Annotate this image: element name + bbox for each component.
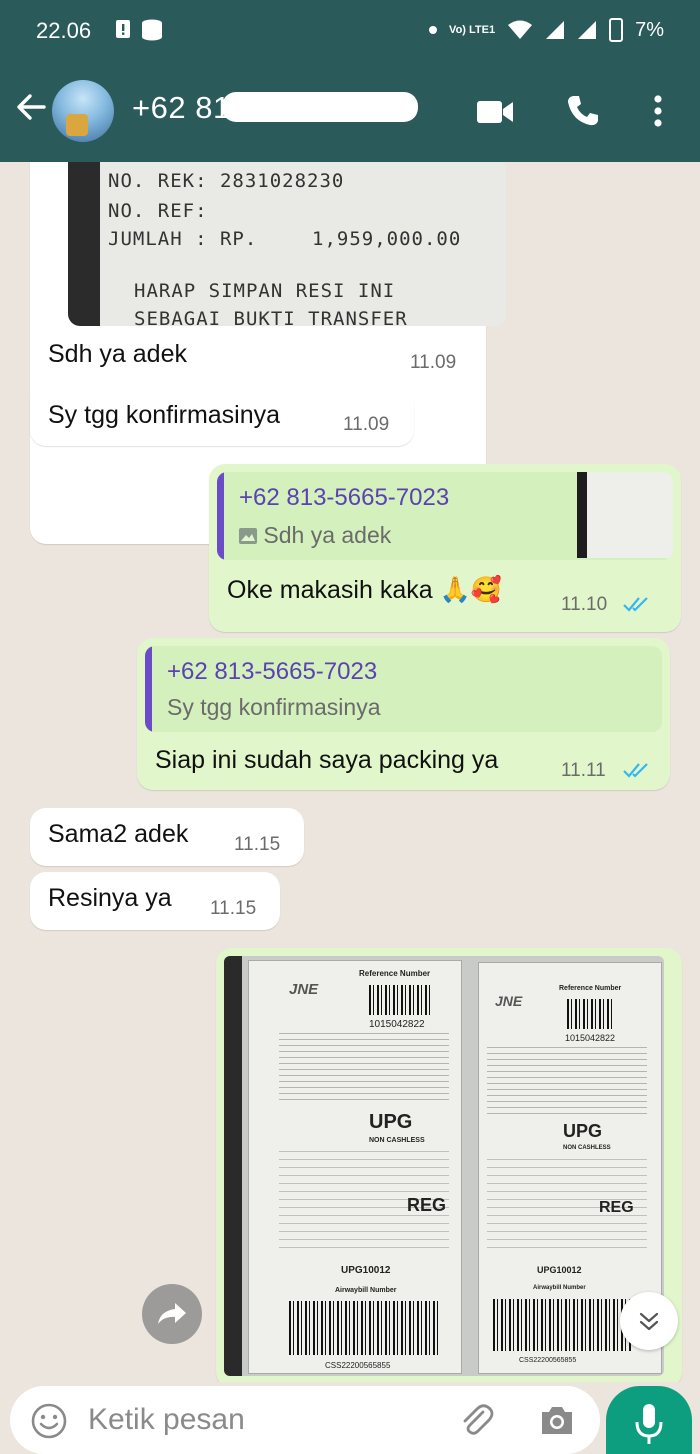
quote-text: Sy tgg konfirmasinya	[167, 694, 381, 720]
airway-barcode	[289, 1301, 439, 1355]
forward-button[interactable]	[142, 1284, 202, 1344]
quote-text-label: Sdh ya adek	[263, 522, 392, 548]
message-time: 11.09	[343, 414, 390, 435]
airway-barcode	[493, 1299, 631, 1351]
signal-2-icon	[578, 21, 597, 39]
message-input[interactable]	[88, 1396, 428, 1444]
label-airway-no: CSS22200565855	[325, 1361, 391, 1370]
address-text-block	[279, 1033, 449, 1105]
message-text: Sy tgg konfirmasinya	[48, 401, 281, 429]
label-destination: UPG	[369, 1111, 413, 1133]
quoted-message[interactable]: +62 813-5665-7023 Sdh ya adek	[217, 472, 673, 560]
message-bubble[interactable]: Resinya ya 11.15	[30, 872, 280, 930]
emoji-pray-smile: 🙏🥰	[439, 576, 502, 604]
message-time: 11.11	[561, 760, 606, 781]
message-reply-bubble[interactable]: +62 813-5665-7023 Sdh ya adek Oke makasi…	[209, 464, 681, 632]
status-dot	[429, 26, 438, 34]
quoted-message[interactable]: +62 813-5665-7023 Sy tgg konfirmasinya	[145, 646, 662, 732]
notification-icon	[116, 19, 162, 41]
label-code: UPG10012	[537, 1265, 582, 1275]
message-time: 11.09	[410, 352, 457, 373]
receipt-account-line: NO. REK: 2831028230	[108, 170, 345, 192]
message-time: 11.15	[234, 834, 281, 855]
video-call-icon[interactable]	[476, 98, 514, 126]
contact-name[interactable]: +62 81	[132, 90, 231, 126]
quote-text: Sdh ya adek	[239, 522, 391, 549]
status-time: 22.06	[36, 18, 92, 43]
label-ref-no: 1015042822	[565, 1033, 616, 1043]
battery-icon	[609, 18, 624, 42]
volte-indicator: Vo) LTE1	[449, 23, 496, 36]
chat-header: +62 81	[0, 62, 700, 162]
label-airway-title: Airwaybill Number	[335, 1287, 397, 1294]
double-chevron-down-icon	[639, 1312, 659, 1331]
message-text: Resinya ya	[48, 884, 172, 912]
receipt-ref-line: NO. REF:	[108, 200, 208, 222]
label-ref-title: Reference Number	[559, 985, 622, 992]
message-text: Oke makasih kaka 🙏🥰	[227, 576, 502, 605]
quote-bar	[217, 472, 224, 560]
camera-icon[interactable]	[538, 1402, 576, 1438]
quote-bar	[145, 646, 152, 732]
label-destination: UPG	[563, 1121, 603, 1141]
waybill-photo[interactable]: JNE Reference Number 1015042822 UPG NON …	[224, 956, 664, 1376]
label-ref-title: Reference Number	[359, 969, 431, 978]
ref-barcode	[369, 985, 431, 1015]
label-service: REG	[599, 1199, 634, 1216]
message-bubble[interactable]: Sy tgg konfirmasinya 11.09	[30, 388, 414, 446]
label-airway-no: CSS22200565855	[519, 1357, 577, 1364]
message-text: Sama2 adek	[48, 820, 189, 848]
more-options-icon[interactable]	[652, 94, 664, 128]
read-ticks-icon	[623, 597, 648, 612]
emoji-icon[interactable]	[30, 1402, 68, 1440]
label-airway-title: Airwaybill Number	[533, 1285, 586, 1291]
address-text-block	[487, 1047, 647, 1117]
label-payment: NON CASHLESS	[369, 1137, 425, 1144]
read-ticks-icon	[623, 763, 648, 778]
message-text: Sdh ya adek	[48, 340, 187, 368]
message-composer	[10, 1386, 600, 1454]
forward-icon	[158, 1303, 186, 1324]
battery-percent: 7%	[635, 18, 664, 41]
wifi-icon	[508, 20, 533, 39]
redacted-number	[222, 92, 418, 122]
quote-thumbnail	[577, 472, 673, 558]
status-notification-icons	[114, 16, 166, 50]
photo-icon	[239, 528, 257, 544]
message-text: Siap ini sudah saya packing ya	[155, 746, 499, 774]
label-brand: JNE	[289, 981, 319, 998]
receipt-note-2: SEBAGAI BUKTI TRANSFER	[134, 308, 408, 326]
message-time: 11.15	[210, 898, 257, 919]
back-arrow-icon[interactable]	[14, 90, 48, 124]
receipt-amount-label: JUMLAH : RP.	[108, 228, 258, 250]
mic-icon	[635, 1404, 663, 1444]
receipt-photo[interactable]: NO. REK: 2831028230 NO. REF: JUMLAH : RP…	[68, 162, 506, 326]
voice-record-button[interactable]	[606, 1386, 692, 1454]
avatar[interactable]	[52, 80, 114, 142]
label-ref-no: 1015042822	[369, 1019, 425, 1030]
message-reply-bubble[interactable]: +62 813-5665-7023 Sy tgg konfirmasinya S…	[137, 638, 670, 790]
phone-icon[interactable]	[566, 94, 600, 128]
label-brand: JNE	[495, 993, 523, 1009]
label-service: REG	[407, 1195, 447, 1215]
attach-icon[interactable]	[456, 1400, 496, 1440]
quote-sender: +62 813-5665-7023	[239, 484, 450, 511]
photo-edge	[224, 956, 242, 1376]
scroll-to-bottom-button[interactable]	[620, 1292, 678, 1350]
ref-barcode	[567, 999, 615, 1029]
receipt-amount-value: 1,959,000.00	[312, 228, 462, 250]
label-payment: NON CASHLESS	[563, 1145, 611, 1151]
quote-sender: +62 813-5665-7023	[167, 658, 378, 685]
app-header: 22.06 Vo) LTE1 7% +62 81	[0, 0, 700, 162]
message-bubble[interactable]: Sama2 adek 11.15	[30, 808, 304, 866]
message-time: 11.10	[561, 594, 608, 615]
receipt-note-1: HARAP SIMPAN RESI INI	[134, 280, 396, 302]
status-right: Vo) LTE1 7%	[429, 18, 664, 42]
label-code: UPG10012	[341, 1265, 391, 1276]
signal-icon	[546, 21, 565, 39]
waybill-label-1: JNE Reference Number 1015042822 UPG NON …	[248, 960, 462, 1374]
message-text-label: Oke makasih kaka	[227, 576, 433, 604]
